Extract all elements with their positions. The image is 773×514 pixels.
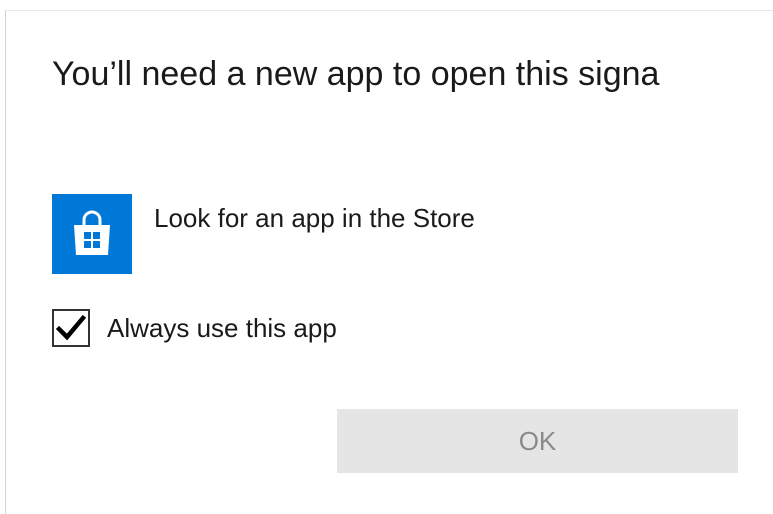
always-use-row[interactable]: Always use this app (52, 309, 337, 347)
store-option-label: Look for an app in the Store (154, 203, 475, 233)
store-bag-glyph (74, 210, 110, 255)
store-app-option[interactable]: Look for an app in the Store (52, 194, 475, 274)
always-use-label: Always use this app (107, 313, 337, 343)
store-bag-icon (52, 194, 132, 274)
always-use-checkbox[interactable] (52, 309, 90, 347)
checkmark-icon (56, 314, 86, 341)
open-with-dialog: You’ll need a new app to open this signa… (5, 10, 773, 514)
dialog-title: You’ll need a new app to open this signa (52, 55, 660, 93)
ok-button[interactable]: OK (337, 409, 738, 473)
